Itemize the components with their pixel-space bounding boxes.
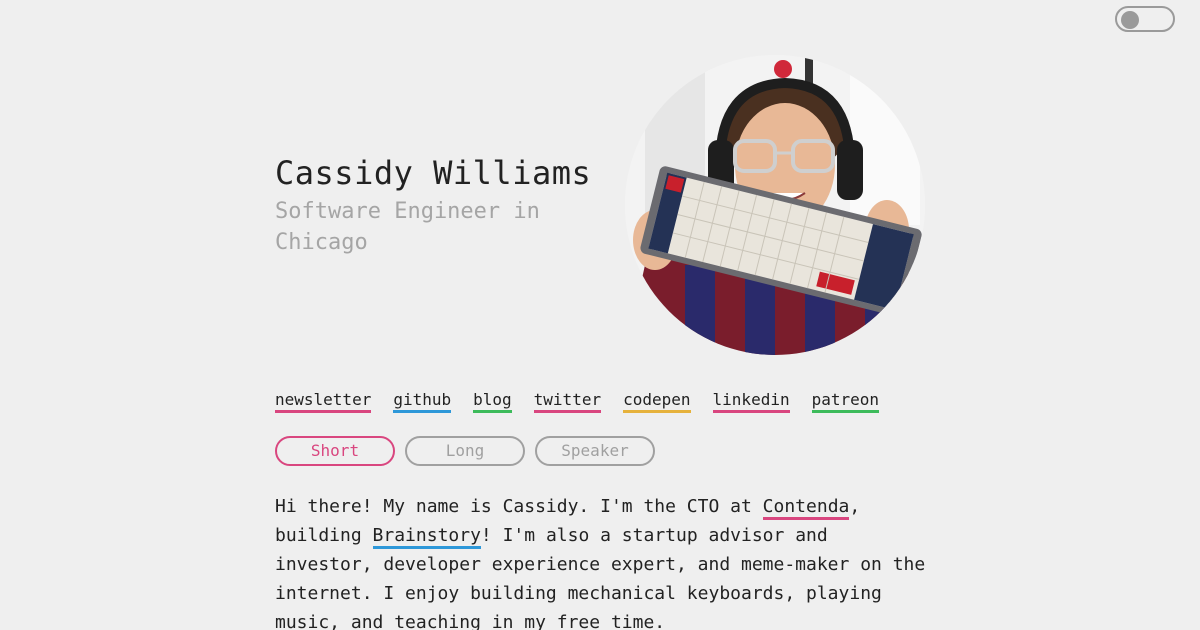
bio-text: Hi there! My name is Cassidy. I'm the CT… — [275, 492, 935, 630]
tab-short[interactable]: Short — [275, 436, 395, 466]
link-brainstory[interactable]: Brainstory — [372, 525, 481, 549]
link-codepen[interactable]: codepen — [623, 390, 691, 413]
page-title: Cassidy Williams — [275, 154, 592, 192]
link-patreon[interactable]: patreon — [811, 390, 880, 413]
social-links: newsletter github blog twitter codepen l… — [275, 390, 880, 413]
bio-length-tabs: Short Long Speaker — [275, 436, 655, 466]
avatar — [625, 55, 925, 355]
link-newsletter[interactable]: newsletter — [275, 390, 372, 413]
header: Cassidy Williams Software Engineer in Ch… — [275, 152, 605, 258]
bio-part-1: Hi there! My name is Cassidy. I'm the CT… — [275, 496, 763, 517]
link-linkedin[interactable]: linkedin — [712, 390, 790, 413]
theme-toggle[interactable] — [1115, 6, 1175, 32]
tab-long[interactable]: Long — [405, 436, 525, 466]
link-contenda[interactable]: Contenda — [762, 496, 850, 520]
tab-speaker[interactable]: Speaker — [535, 436, 655, 466]
page: Cassidy Williams Software Engineer in Ch… — [0, 0, 1200, 630]
toggle-knob — [1121, 11, 1139, 29]
link-blog[interactable]: blog — [473, 390, 512, 413]
profile-photo — [625, 55, 925, 355]
subtitle: Software Engineer in Chicago — [275, 199, 540, 255]
link-twitter[interactable]: twitter — [533, 390, 602, 413]
link-github[interactable]: github — [393, 390, 452, 413]
